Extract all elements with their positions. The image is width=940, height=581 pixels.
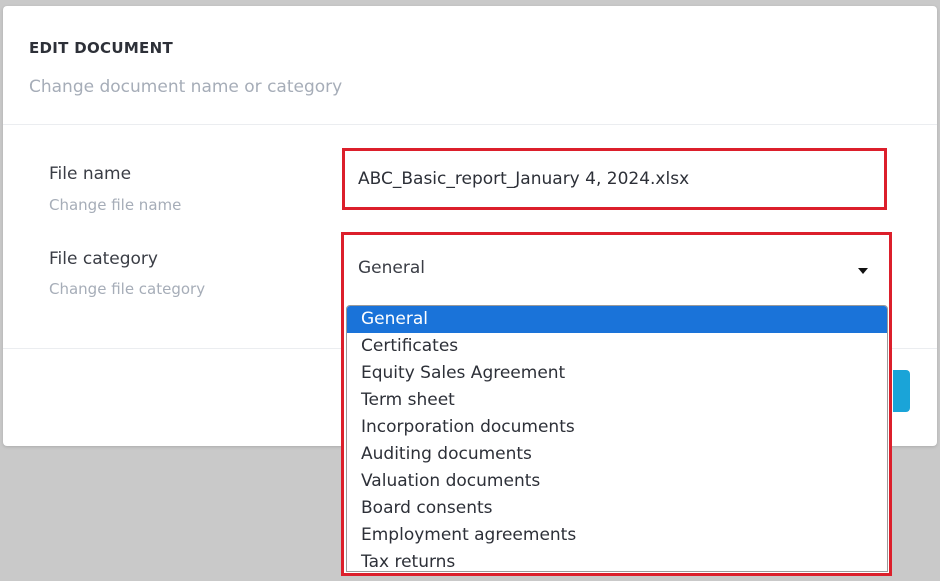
file-category-label: File category (49, 249, 158, 269)
dropdown-option-employment-agreements[interactable]: Employment agreements (347, 522, 887, 549)
selected-category: General (358, 258, 425, 278)
dropdown-option-valuation-documents[interactable]: Valuation documents (347, 468, 887, 495)
category-dropdown-list[interactable]: General Certificates Equity Sales Agreem… (346, 305, 888, 572)
file-name-input[interactable] (342, 148, 887, 210)
file-category-hint: Change file category (49, 280, 206, 298)
modal-title: EDIT DOCUMENT (29, 39, 173, 57)
caret-down-icon[interactable] (858, 268, 868, 274)
file-name-hint: Change file name (49, 196, 182, 214)
dropdown-option-equity-sales-agreement[interactable]: Equity Sales Agreement (347, 360, 887, 387)
dropdown-option-general[interactable]: General (347, 306, 887, 333)
dropdown-option-term-sheet[interactable]: Term sheet (347, 387, 887, 414)
header-divider (3, 124, 937, 125)
save-button[interactable] (893, 370, 910, 412)
file-name-label: File name (49, 164, 132, 184)
file-category-select[interactable]: General General Certificates Equity Sale… (341, 232, 892, 576)
dropdown-option-tax-returns[interactable]: Tax returns (347, 549, 887, 571)
dropdown-option-incorporation-documents[interactable]: Incorporation documents (347, 414, 887, 441)
modal-subtitle: Change document name or category (29, 77, 343, 97)
dropdown-option-certificates[interactable]: Certificates (347, 333, 887, 360)
dropdown-option-auditing-documents[interactable]: Auditing documents (347, 441, 887, 468)
dropdown-option-board-consents[interactable]: Board consents (347, 495, 887, 522)
